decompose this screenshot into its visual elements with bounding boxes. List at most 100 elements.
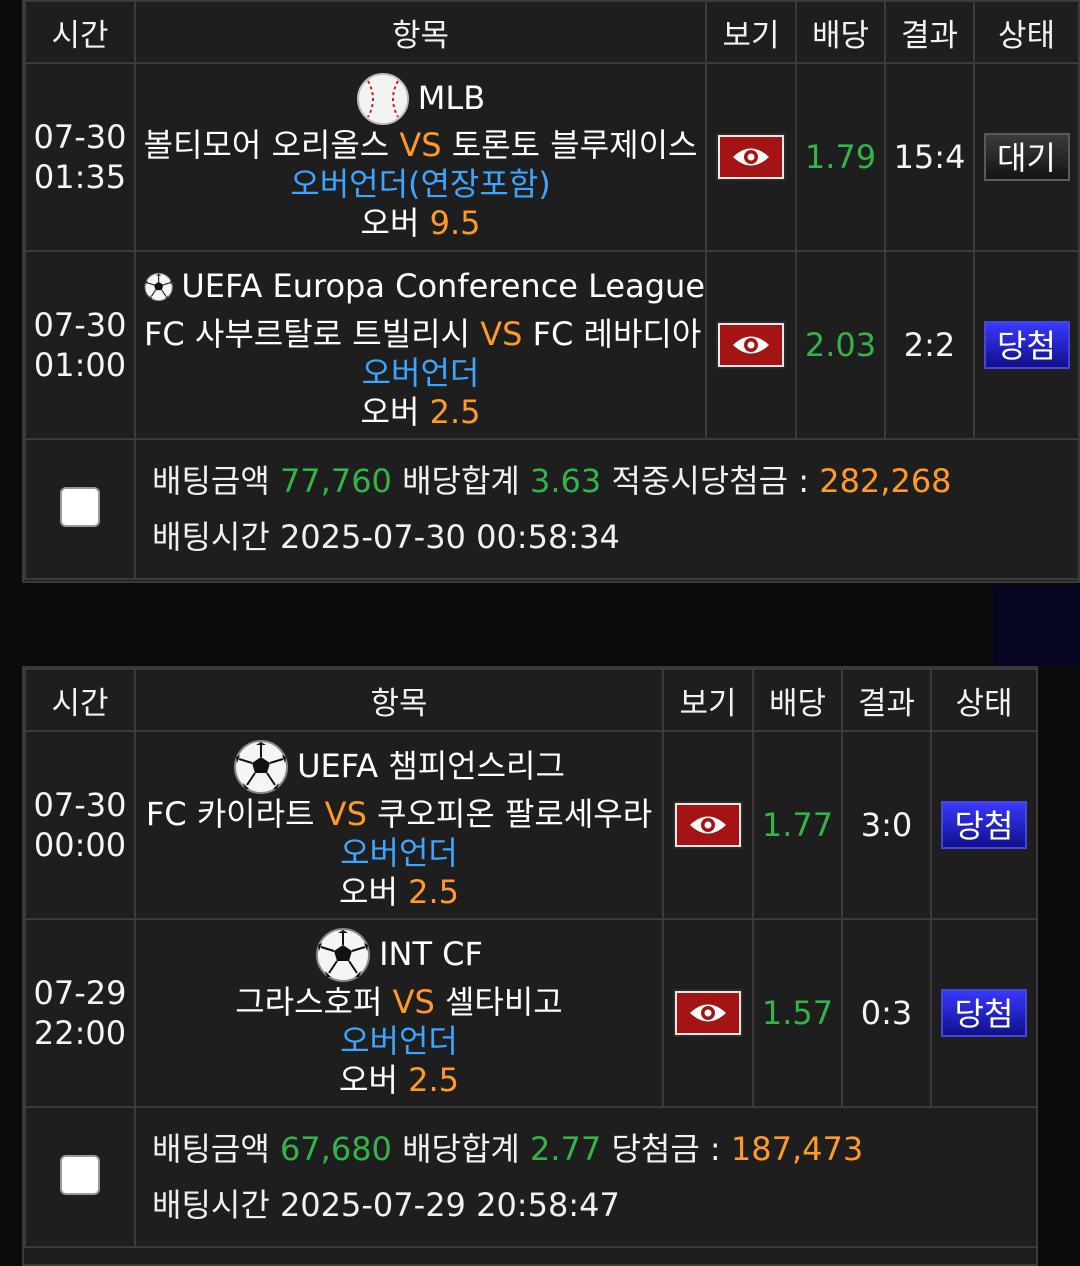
status-cell: 당첨 xyxy=(930,730,1038,920)
summary-amounts: 배팅금액 67,680 배당합계 2.77 당첨금 : 187,473 xyxy=(152,1121,1036,1177)
away-team: 쿠오피온 팔로세우라 xyxy=(377,794,653,833)
market-name: 오버언더(연장포함) xyxy=(290,164,551,203)
match-teams: 볼티모어 오리올스 VS 토론토 블루제이스 xyxy=(137,125,704,165)
result-cell: 15:4 xyxy=(884,62,975,252)
bet-slip-table: 시간 항목 보기 배당 결과 상태 07-30 01:35 MLB 볼티모어 오… xyxy=(24,0,1080,580)
header-view: 보기 xyxy=(662,668,754,732)
bet-time-cell: 07-30 01:35 xyxy=(24,62,136,252)
summary-cell: 배팅금액 67,680 배당합계 2.77 당첨금 : 187,473 배팅시간… xyxy=(134,1106,1038,1248)
pick: 오버 2.5 xyxy=(137,872,661,912)
view-button[interactable] xyxy=(675,803,741,847)
eye-icon xyxy=(733,148,769,166)
header-time: 시간 xyxy=(24,668,136,732)
status-cell: 당첨 xyxy=(973,250,1080,440)
summary-time: 배팅시간 2025-07-30 00:58:34 xyxy=(152,509,1078,565)
bet-slip-1: 시간 항목 보기 배당 결과 상태 07-30 01:35 MLB 볼티모어 오… xyxy=(22,0,1080,583)
summary-amounts: 배팅금액 77,760 배당합계 3.63 적중시당첨금 : 282,268 xyxy=(152,453,1078,509)
league-name: UEFA Europa Conference League xyxy=(181,267,705,305)
summary-row: 배팅금액 77,760 배당합계 3.63 적중시당첨금 : 282,268 배… xyxy=(24,438,1080,580)
pick-line: 2.5 xyxy=(429,392,481,431)
status-cell: 당첨 xyxy=(930,918,1038,1108)
vs-label: VS xyxy=(324,794,367,833)
odds-cell: 2.03 xyxy=(795,250,886,440)
bet-slip-2: 시간 항목 보기 배당 결과 상태 07-30 00:00 UEFA 챔피언스리… xyxy=(22,666,1038,1266)
eye-icon xyxy=(690,816,726,834)
odds-cell: 1.57 xyxy=(752,918,843,1108)
view-button[interactable] xyxy=(718,135,784,179)
bet-hour: 01:00 xyxy=(33,346,127,384)
vs-label: VS xyxy=(480,314,523,353)
pick-line: 2.5 xyxy=(408,872,459,911)
header-row: 시간 항목 보기 배당 결과 상태 xyxy=(24,0,1080,64)
away-team: 셀타비고 xyxy=(444,982,563,1021)
payout-amount: 282,268 xyxy=(819,462,952,500)
bet-item-cell: INT CF 그라스호퍼 VS 셀타비고 오버언더 오버 2.5 xyxy=(134,918,664,1108)
away-team: FC 레바디아 xyxy=(532,314,702,353)
pick: 오버 9.5 xyxy=(137,203,704,243)
header-status: 상태 xyxy=(973,0,1080,64)
stake-label: 배팅금액 xyxy=(152,1130,270,1168)
status-badge: 대기 xyxy=(983,133,1070,181)
home-team: FC 사부르탈로 트빌리시 xyxy=(144,314,471,353)
view-button[interactable] xyxy=(675,991,741,1035)
bet-item-cell: UEFA Europa Conference League FC 사부르탈로 트… xyxy=(134,250,707,440)
baseball-icon xyxy=(356,72,409,125)
header-time: 시간 xyxy=(24,0,136,64)
result-cell: 2:2 xyxy=(884,250,975,440)
bet-hour: 00:00 xyxy=(33,826,127,864)
bet-hour: 01:35 xyxy=(33,158,127,196)
pick-label: 오버 xyxy=(339,1060,398,1099)
odds-cell: 1.79 xyxy=(795,62,886,252)
view-cell xyxy=(705,62,797,252)
pick-label: 오버 xyxy=(360,203,420,242)
total-odds-label: 배당합계 xyxy=(402,1130,520,1168)
bet-date: 07-30 xyxy=(33,306,127,344)
header-status: 상태 xyxy=(930,668,1038,732)
bet-time-cell: 07-30 01:00 xyxy=(24,250,136,440)
result-cell: 0:3 xyxy=(841,918,932,1108)
odds-cell: 1.77 xyxy=(752,730,843,920)
match-teams: 그라스호퍼 VS 셀타비고 xyxy=(137,982,661,1022)
select-checkbox[interactable] xyxy=(60,487,100,527)
header-odds: 배당 xyxy=(752,668,843,732)
pick: 오버 2.5 xyxy=(137,392,704,432)
select-cell xyxy=(24,438,136,580)
header-result: 결과 xyxy=(841,668,932,732)
market-name: 오버언더 xyxy=(340,1021,458,1060)
header-result: 결과 xyxy=(884,0,975,64)
market-name: 오버언더 xyxy=(340,833,458,872)
bet-item-cell: MLB 볼티모어 오리올스 VS 토론토 블루제이스 오버언더(연장포함) 오버… xyxy=(134,62,707,252)
bet-row: 07-29 22:00 INT CF 그라스호퍼 VS 셀타비고 오버언더 오버… xyxy=(24,918,1038,1108)
bet-hour: 22:00 xyxy=(33,1014,127,1052)
vs-label: VS xyxy=(399,125,442,164)
away-team: 토론토 블루제이스 xyxy=(451,125,698,164)
summary-cell: 배팅금액 77,760 배당합계 3.63 적중시당첨금 : 282,268 배… xyxy=(134,438,1080,580)
bet-date: 07-29 xyxy=(33,974,127,1012)
pick: 오버 2.5 xyxy=(137,1060,661,1100)
home-team: 볼티모어 오리올스 xyxy=(143,125,390,164)
soccer-ball-icon xyxy=(144,272,173,301)
bet-date: 07-30 xyxy=(33,118,127,156)
select-checkbox[interactable] xyxy=(60,1155,100,1195)
total-odds: 2.77 xyxy=(530,1130,602,1168)
pick-label: 오버 xyxy=(339,872,398,911)
view-cell xyxy=(662,918,754,1108)
bet-row: 07-30 01:35 MLB 볼티모어 오리올스 VS 토론토 블루제이스 오… xyxy=(24,62,1080,252)
stake-label: 배팅금액 xyxy=(152,462,270,500)
bet-time-value: 2025-07-29 20:58:47 xyxy=(279,1186,620,1224)
total-odds: 3.63 xyxy=(530,462,602,500)
league-name: UEFA 챔피언스리그 xyxy=(297,747,565,785)
bet-time-cell: 07-30 00:00 xyxy=(24,730,136,920)
total-odds-label: 배당합계 xyxy=(402,462,520,500)
bet-row: 07-30 01:00 UEFA Europa Conference Leagu… xyxy=(24,250,1080,440)
background-panel xyxy=(993,586,1080,666)
bet-item-cell: UEFA 챔피언스리그 FC 카이라트 VS 쿠오피온 팔로세우라 오버언더 오… xyxy=(134,730,664,920)
header-item: 항목 xyxy=(134,0,707,64)
view-button[interactable] xyxy=(718,323,784,367)
market-name: 오버언더 xyxy=(361,353,480,392)
league-name: MLB xyxy=(417,79,486,117)
header-view: 보기 xyxy=(705,0,797,64)
soccer-ball-icon xyxy=(234,739,289,794)
pick-line: 9.5 xyxy=(429,203,481,242)
select-cell xyxy=(24,1106,136,1248)
